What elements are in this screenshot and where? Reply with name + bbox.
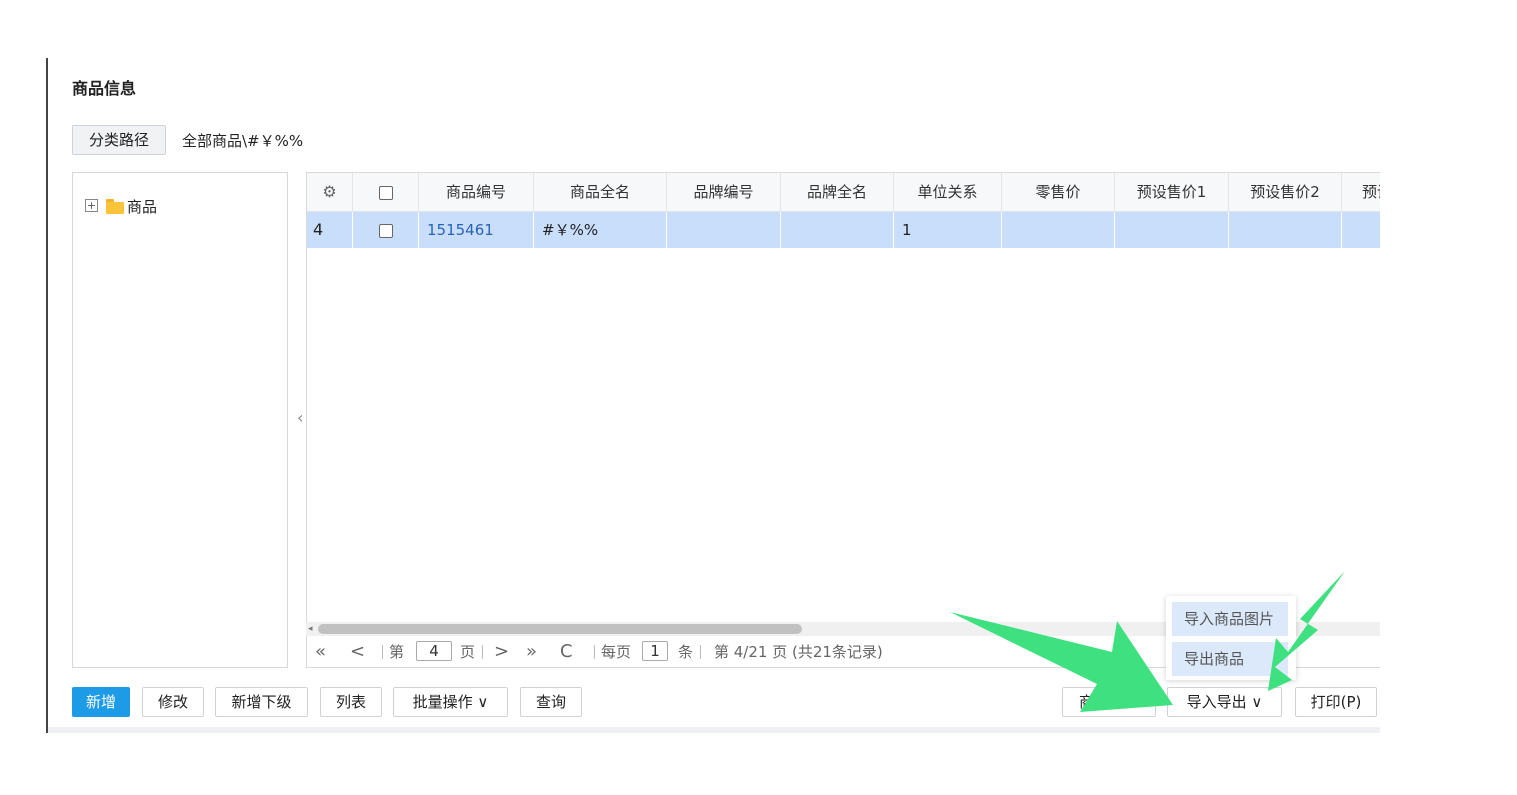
annotation-arrow-right <box>1268 571 1345 691</box>
annotation-arrows <box>950 571 1345 712</box>
annotation-arrow-left <box>950 612 1173 712</box>
